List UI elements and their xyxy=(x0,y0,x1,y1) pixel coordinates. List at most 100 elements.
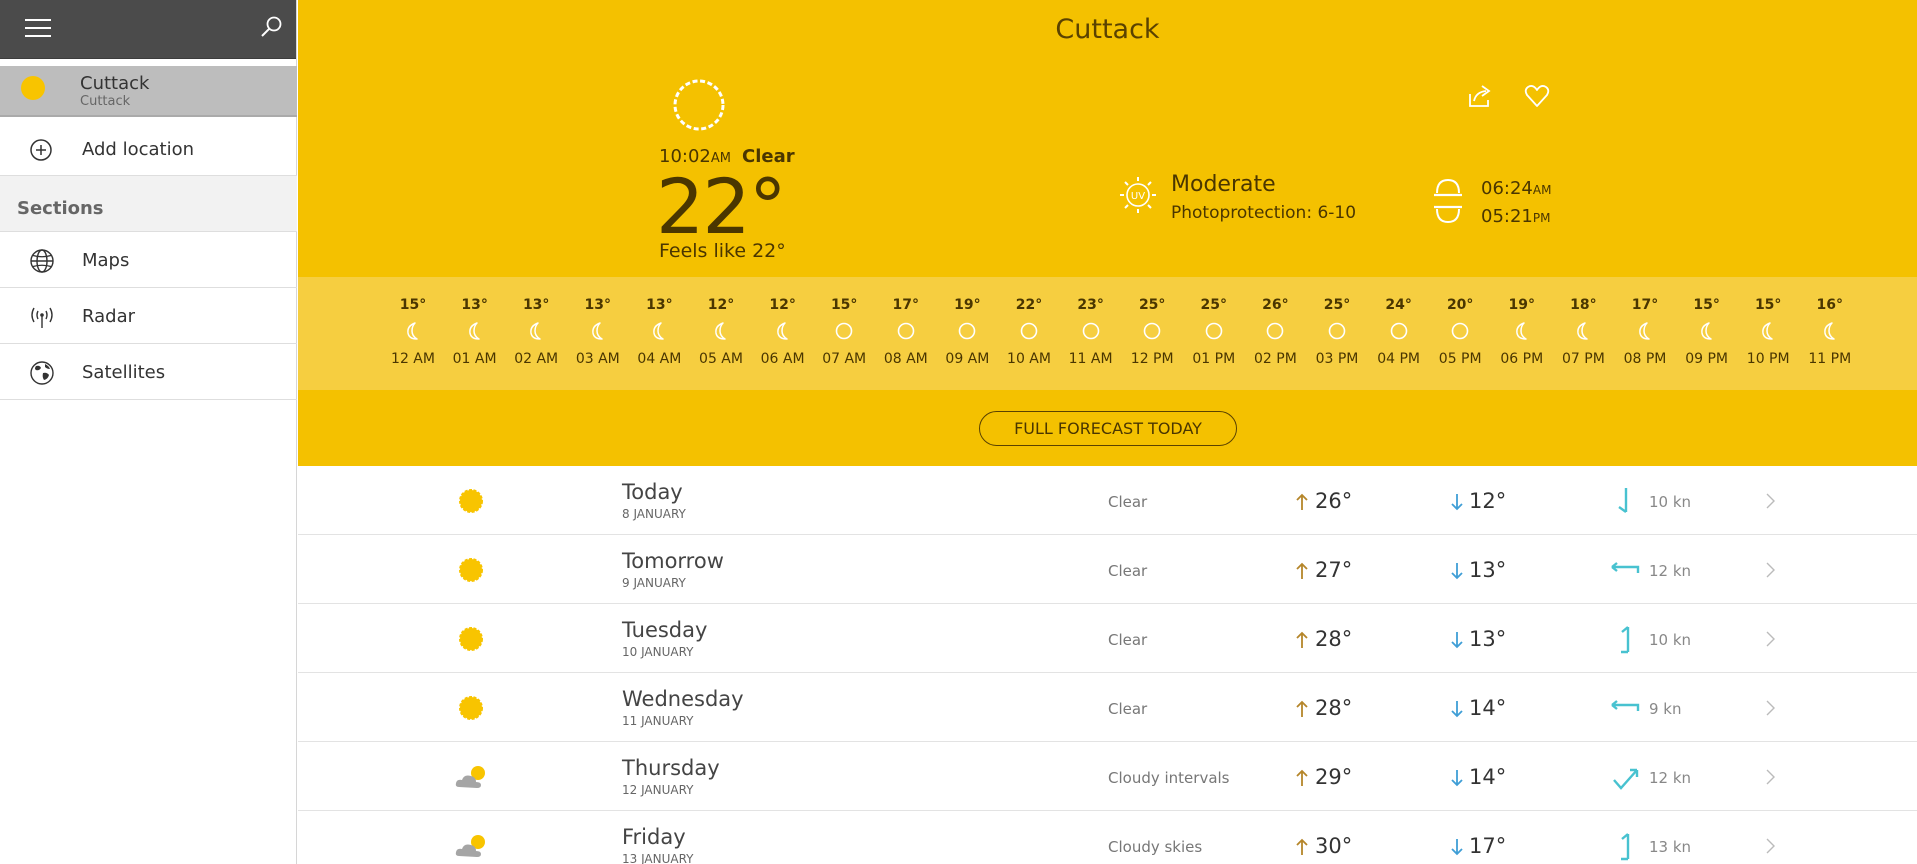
chevron-right-icon[interactable] xyxy=(1764,492,1776,510)
hour-label: 06 AM xyxy=(760,351,805,367)
day-condition: Clear xyxy=(1108,562,1148,580)
day-high: 26° xyxy=(1315,489,1353,513)
day-date: 12 JANUARY xyxy=(622,783,694,797)
day-forecast-row[interactable]: Wednesday 11 JANUARY Clear 28° 14° 9 kn xyxy=(298,673,1917,742)
moon-icon xyxy=(649,321,669,341)
sun-icon xyxy=(454,624,488,654)
hour-temperature: 15° xyxy=(830,297,858,313)
sidebar-item-maps[interactable]: Maps xyxy=(0,233,297,288)
wind-north-icon xyxy=(1608,622,1642,656)
search-icon[interactable] xyxy=(258,14,284,40)
chevron-right-icon[interactable] xyxy=(1764,630,1776,648)
hour-label: 10 PM xyxy=(1746,351,1790,367)
day-low: 14° xyxy=(1469,696,1507,720)
chevron-right-icon[interactable] xyxy=(1764,561,1776,579)
sun-icon xyxy=(454,555,488,585)
hour-label: 08 PM xyxy=(1623,351,1667,367)
day-date: 10 JANUARY xyxy=(622,645,694,659)
full-forecast-button[interactable]: FULL FORECAST TODAY xyxy=(979,411,1237,446)
sections-header: Sections xyxy=(0,176,297,232)
day-name: Today xyxy=(622,480,683,504)
menu-icon[interactable] xyxy=(25,19,51,39)
uv-level: Moderate xyxy=(1171,172,1276,197)
moon-icon xyxy=(1573,321,1593,341)
day-low: 17° xyxy=(1469,834,1507,858)
hour-temperature: 25° xyxy=(1138,297,1166,313)
hour-label: 05 PM xyxy=(1438,351,1482,367)
share-icon[interactable] xyxy=(1466,82,1494,110)
hour-item: 18° 07 PM xyxy=(1553,277,1613,390)
page-title: Cuttack xyxy=(1055,14,1160,45)
hourly-forecast: 15° 12 AM 13° 01 AM 13° 02 AM 13° 03 AM 13° 04 AM… xyxy=(298,277,1917,390)
arrow-down-icon xyxy=(1450,561,1464,581)
sidebar-item-radar[interactable]: Radar xyxy=(0,289,297,344)
hour-item: 13° 01 AM xyxy=(445,277,505,390)
day-name: Wednesday xyxy=(622,687,744,711)
day-forecast-row[interactable]: Friday 13 JANUARY Cloudy skies 30° 17° 13 kn xyxy=(298,811,1917,864)
hour-label: 08 AM xyxy=(883,351,928,367)
day-condition: Cloudy skies xyxy=(1108,838,1203,856)
current-temperature: 22° xyxy=(656,162,787,251)
location-subtitle: Cuttack xyxy=(80,94,131,109)
day-date: 13 JANUARY xyxy=(622,852,694,864)
arrow-up-icon xyxy=(1295,630,1309,650)
hour-temperature: 13° xyxy=(461,297,488,313)
moon-icon xyxy=(1512,321,1532,341)
day-wind-speed: 12 kn xyxy=(1649,769,1692,787)
hour-item: 19° 09 AM xyxy=(937,277,997,390)
hour-item: 13° 04 AM xyxy=(629,277,689,390)
heart-icon[interactable] xyxy=(1523,82,1551,110)
uv-description: Photoprotection: 6-10 xyxy=(1171,203,1357,223)
hour-label: 09 AM xyxy=(945,351,990,367)
sun-icon xyxy=(1142,321,1162,341)
day-name: Thursday xyxy=(622,756,720,780)
day-low: 13° xyxy=(1469,558,1507,582)
hour-item: 25° 03 PM xyxy=(1307,277,1367,390)
hour-label: 07 AM xyxy=(822,351,867,367)
add-circle-icon xyxy=(30,139,52,161)
day-name: Friday xyxy=(622,825,686,849)
sunset-icon xyxy=(1434,205,1462,224)
sun-icon xyxy=(1327,321,1347,341)
hour-temperature: 19° xyxy=(954,297,981,313)
hour-item: 12° 06 AM xyxy=(753,277,813,390)
moon-icon xyxy=(526,321,546,341)
moon-icon xyxy=(465,321,485,341)
hour-temperature: 13° xyxy=(646,297,673,313)
hour-temperature: 24° xyxy=(1385,297,1412,313)
chevron-right-icon[interactable] xyxy=(1764,768,1776,786)
sun-icon xyxy=(834,321,854,341)
day-forecast-row[interactable]: Tomorrow 9 JANUARY Clear 27° 13° 12 kn xyxy=(298,535,1917,604)
hour-temperature: 13° xyxy=(522,297,550,313)
hour-label: 12 PM xyxy=(1130,351,1174,367)
sun-icon xyxy=(454,693,488,723)
day-condition: Cloudy intervals xyxy=(1108,769,1230,787)
day-low: 12° xyxy=(1469,489,1507,513)
day-forecast-row[interactable]: Today 8 JANUARY Clear 26° 12° 10 kn xyxy=(298,466,1917,535)
sidebar-item-label: Radar xyxy=(82,306,135,327)
hour-label: 12 AM xyxy=(391,351,435,367)
sun-icon xyxy=(1019,321,1039,341)
hour-label: 04 AM xyxy=(637,351,682,367)
sidebar-item-satellites[interactable]: Satellites xyxy=(0,345,297,400)
hour-temperature: 13° xyxy=(584,297,612,313)
location-item-current[interactable]: Cuttack Cuttack xyxy=(0,66,297,117)
sidebar-item-label: Satellites xyxy=(82,362,166,383)
day-forecast-row[interactable]: Thursday 12 JANUARY Cloudy intervals 29° 14°… xyxy=(298,742,1917,811)
chevron-right-icon[interactable] xyxy=(1764,699,1776,717)
day-high: 28° xyxy=(1315,627,1353,651)
sidebar: Cuttack Cuttack Add location Sections Ma… xyxy=(0,0,297,864)
hour-temperature: 26° xyxy=(1262,297,1289,313)
add-location-button[interactable]: Add location xyxy=(0,124,297,176)
hour-item: 15° 09 PM xyxy=(1677,277,1737,390)
hour-temperature: 22° xyxy=(1015,297,1043,313)
sun-icon xyxy=(454,486,488,516)
hour-label: 02 PM xyxy=(1253,351,1297,367)
wind-northeast-icon xyxy=(1608,760,1642,794)
hour-item: 25° 12 PM xyxy=(1122,277,1182,390)
chevron-right-icon[interactable] xyxy=(1764,837,1776,855)
hour-item: 24° 04 PM xyxy=(1369,277,1429,390)
day-forecast-row[interactable]: Tuesday 10 JANUARY Clear 28° 13° 10 kn xyxy=(298,604,1917,673)
day-name: Tomorrow xyxy=(622,549,724,573)
arrow-down-icon xyxy=(1450,630,1464,650)
